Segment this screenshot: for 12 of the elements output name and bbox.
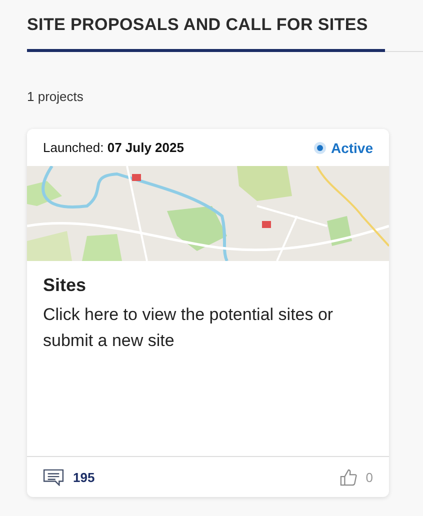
- like-count: 0: [366, 470, 373, 484]
- page-heading: SITE PROPOSALS AND CALL FOR SITES: [27, 14, 369, 36]
- launch-date: Launched: 07 July 2025: [43, 140, 184, 155]
- project-card[interactable]: Launched: 07 July 2025 Active Sites Click here to view the potential sites or submit a new site 195 0: [27, 129, 389, 497]
- status-dot-icon: [316, 144, 323, 150]
- comment-count: 195: [73, 470, 95, 484]
- thumbs-up-icon[interactable]: [340, 468, 357, 486]
- comment-icon: [43, 468, 64, 486]
- status-label: Active: [330, 140, 373, 156]
- project-title: Sites: [43, 275, 88, 296]
- project-count: 1 projects: [27, 89, 84, 104]
- project-description: Click here to view the potential sites or submit a new site: [43, 304, 334, 352]
